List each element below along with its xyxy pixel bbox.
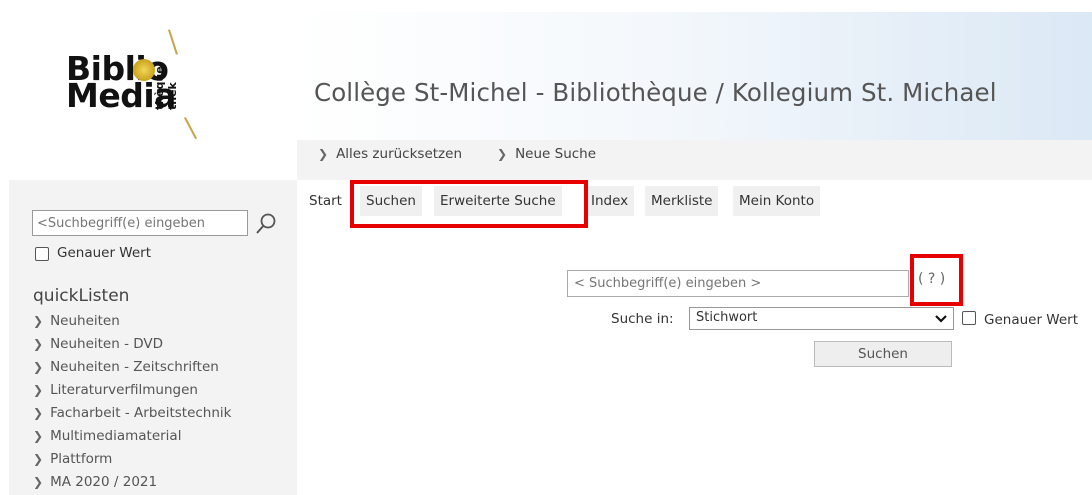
search-in-select[interactable]: Stichwort <box>689 307 954 330</box>
chevron-right-icon: ❯ <box>33 314 44 328</box>
quicklist-label: Neuheiten - DVD <box>50 336 164 352</box>
chevron-down-icon <box>935 315 947 323</box>
logo-stick-bottom <box>184 117 198 140</box>
sidebar-exact-checkbox[interactable] <box>35 247 49 261</box>
tab-merkliste[interactable]: Merkliste <box>645 186 719 216</box>
sidebar-exact-label: Genauer Wert <box>57 245 152 261</box>
quicklist-item[interactable]: ❯ Plattform <box>33 451 112 467</box>
help-link[interactable]: ( ? ) <box>918 271 945 287</box>
chevron-right-icon: ❯ <box>33 452 44 466</box>
logo-vertical-text-1: thèque <box>153 66 166 110</box>
quicklist-item[interactable]: ❯ Literaturverfilmungen <box>33 382 198 398</box>
sidebar-search-input[interactable] <box>32 210 248 236</box>
tab-mein-konto[interactable]: Mein Konto <box>733 186 821 216</box>
quicklist-label: Literaturverfilmungen <box>50 382 198 398</box>
bibliomedia-logo[interactable]: Biblio Media thèque thek <box>66 29 246 150</box>
quicklist-label: Facharbeit - Arbeitstechnik <box>50 405 232 421</box>
search-button[interactable]: Suchen <box>814 341 952 367</box>
quicklist-label: Multimediamaterial <box>50 428 182 444</box>
main-exact-label: Genauer Wert <box>984 312 1079 328</box>
quicklist-item[interactable]: ❯ Multimediamaterial <box>33 428 181 444</box>
quicklist-item[interactable]: ❯ Neuheiten - Zeitschriften <box>33 359 219 375</box>
search-in-label: Suche in: <box>611 311 674 327</box>
quicklist-label: Neuheiten - Zeitschriften <box>50 359 219 375</box>
main-exact-checkbox[interactable] <box>962 311 976 325</box>
quicklist-label: Plattform <box>50 451 113 467</box>
chevron-right-icon: ❯ <box>33 406 44 420</box>
logo-vertical-text-2: thek <box>166 82 179 110</box>
chevron-right-icon: ❯ <box>33 429 44 443</box>
tab-index[interactable]: Index <box>585 186 635 216</box>
quicklist-item[interactable]: ❯ Facharbeit - Arbeitstechnik <box>33 405 231 421</box>
quicklist-label: Neuheiten <box>50 313 120 329</box>
chevron-right-icon: ❯ <box>33 383 44 397</box>
quicklist-item[interactable]: ❯ Neuheiten - DVD <box>33 336 163 352</box>
search-icon[interactable] <box>255 212 277 236</box>
chevron-right-icon: ❯ <box>318 147 329 161</box>
breadcrumb-new-search-link[interactable]: ❯ Neue Suche <box>497 146 596 162</box>
breadcrumb-reset-label: Alles zurücksetzen <box>336 146 462 162</box>
breadcrumb-new-search-label: Neue Suche <box>515 146 597 162</box>
chevron-right-icon: ❯ <box>33 337 44 351</box>
highlight-search-tabs <box>350 180 588 228</box>
main-search-input[interactable] <box>567 270 909 297</box>
quicklist-label: MA 2020 / 2021 <box>50 474 158 490</box>
quicklists-title: quickListen <box>33 286 130 306</box>
quicklist-item[interactable]: ❯ Neuheiten <box>33 313 120 329</box>
chevron-right-icon: ❯ <box>33 475 44 489</box>
quicklist-item[interactable]: ❯ MA 2020 / 2021 <box>33 474 157 490</box>
tab-start[interactable]: Start <box>303 186 348 216</box>
chevron-right-icon: ❯ <box>497 147 508 161</box>
page-title: Collège St-Michel - Bibliothèque / Kolle… <box>314 78 997 107</box>
breadcrumb-reset-link[interactable]: ❯ Alles zurücksetzen <box>318 146 462 162</box>
search-in-value: Stichwort <box>696 310 758 325</box>
chevron-right-icon: ❯ <box>33 360 44 374</box>
